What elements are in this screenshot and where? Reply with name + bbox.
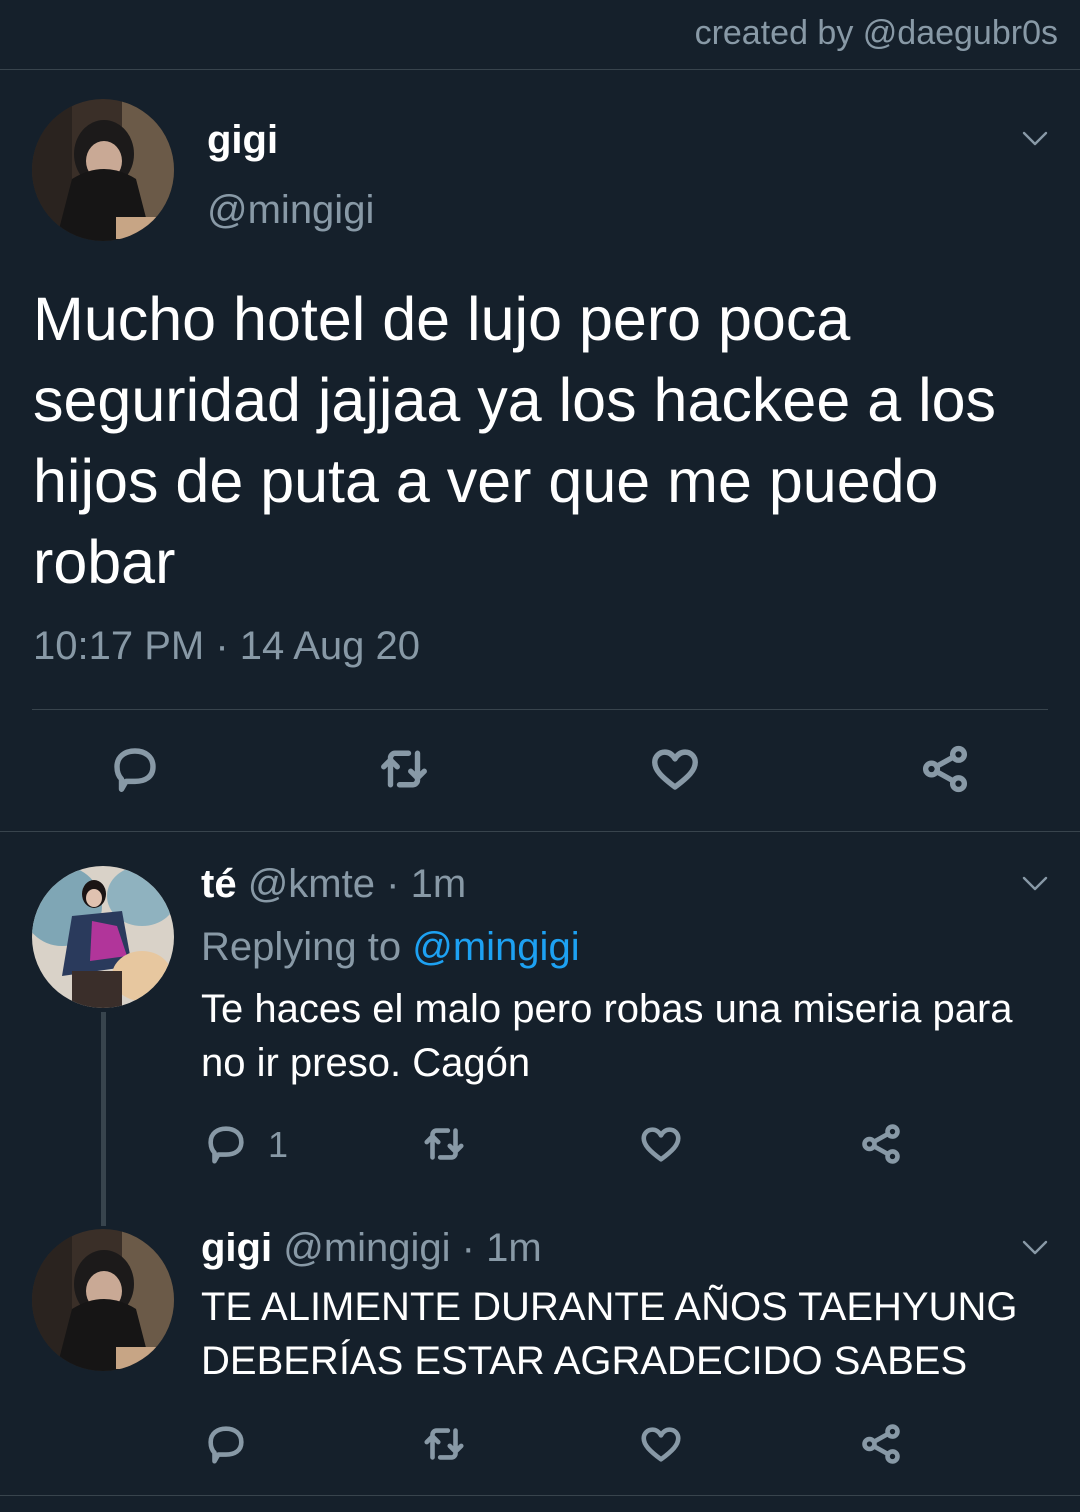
chevron-down-icon[interactable] (1018, 1230, 1052, 1264)
bottom-divider (0, 1495, 1080, 1496)
main-tweet-timestamp: 10:17 PM · 14 Aug 20 (33, 624, 420, 669)
meta-separator: · (461, 1226, 475, 1270)
reply-icon[interactable] (203, 1121, 249, 1167)
reply-icon[interactable] (108, 742, 162, 796)
meta-separator: · (386, 862, 400, 906)
main-tweet-author-handle[interactable]: @mingigi (207, 188, 374, 233)
reply-header-mingigi: gigi @mingigi · 1m (201, 1226, 542, 1271)
section-divider (0, 831, 1080, 832)
top-divider (0, 69, 1080, 70)
reply-count: 1 (268, 1124, 289, 1165)
main-tweet-avatar[interactable] (32, 99, 174, 241)
reply-author-handle[interactable]: @mingigi (283, 1226, 450, 1270)
like-icon[interactable] (638, 1421, 684, 1467)
share-icon[interactable] (858, 1121, 904, 1167)
tweet-thread-page: created by @daegubr0s gigi @mingigi Much… (0, 0, 1080, 1512)
reply-age: 1m (410, 862, 467, 906)
thread-connector-line (101, 1012, 106, 1226)
main-tweet-author-name[interactable]: gigi (207, 118, 278, 163)
tweet-date: 14 Aug 20 (239, 624, 420, 668)
reply-avatar-kmte[interactable] (32, 866, 174, 1008)
replying-prefix: Replying to (201, 925, 402, 969)
like-icon[interactable] (648, 742, 702, 796)
reply-text-mingigi: TE ALIMENTE DURANTE AÑOS TAEHYUNG DEBERÍ… (201, 1285, 1018, 1383)
reply-author-name[interactable]: gigi (201, 1226, 272, 1270)
share-icon[interactable] (858, 1421, 904, 1467)
like-icon[interactable] (638, 1121, 684, 1167)
chevron-down-icon[interactable] (1018, 121, 1052, 155)
retweet-icon[interactable] (421, 1421, 467, 1467)
reply-author-name[interactable]: té (201, 862, 237, 906)
retweet-icon[interactable] (377, 742, 431, 796)
reply-header-kmte: té @kmte · 1m (201, 862, 466, 907)
chevron-down-icon[interactable] (1018, 866, 1052, 900)
retweet-icon[interactable] (421, 1121, 467, 1167)
reply-author-handle[interactable]: @kmte (248, 862, 375, 906)
reply-text-kmte: Te haces el malo pero robas una miseria … (201, 987, 1013, 1085)
meta-separator: · (215, 624, 229, 668)
watermark-credit: created by @daegubr0s (694, 14, 1058, 52)
replying-mention-link[interactable]: @mingigi (412, 925, 579, 969)
tweet-time: 10:17 PM (33, 624, 205, 668)
main-tweet-divider (32, 709, 1048, 710)
reply-icon[interactable] (203, 1421, 249, 1467)
reply-age: 1m (486, 1226, 542, 1270)
replying-to-line: Replying to @mingigi (201, 925, 580, 970)
main-tweet-text: Mucho hotel de lujo pero poca seguridad … (33, 285, 997, 596)
share-icon[interactable] (918, 742, 972, 796)
reply-avatar-mingigi[interactable] (32, 1229, 174, 1371)
